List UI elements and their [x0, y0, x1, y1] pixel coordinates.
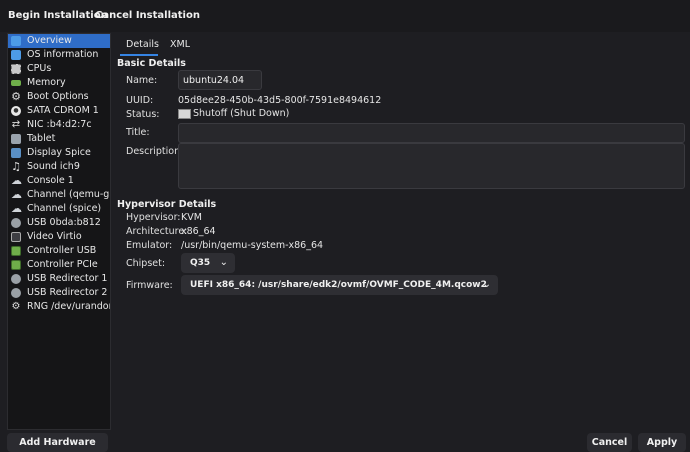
- chevron-down-icon: ⌄: [219, 257, 228, 268]
- hypervisor-details-heading: Hypervisor Details: [117, 199, 217, 210]
- chipset-label: Chipset:: [126, 258, 166, 269]
- firmware-label: Firmware:: [126, 280, 173, 291]
- sidebar-item-sata-cdrom[interactable]: ● SATA CDROM 1: [8, 104, 110, 118]
- sidebar-item-label: USB Redirector 2: [27, 287, 108, 298]
- memory-icon: [11, 80, 21, 86]
- cloud-icon: ☁: [11, 202, 22, 215]
- sidebar-item-label: SATA CDROM 1: [27, 105, 99, 116]
- sidebar-item-label: RNG /dev/urandom: [27, 301, 111, 312]
- sidebar-item-label: Tablet: [27, 133, 56, 144]
- hypervisor-label: Hypervisor:: [126, 212, 181, 223]
- monitor-icon: [178, 108, 191, 119]
- tab-active-indicator: [120, 54, 158, 56]
- controller-icon: [11, 246, 21, 256]
- name-field[interactable]: ubuntu24.04: [178, 70, 262, 90]
- sidebar-item-label: Boot Options: [27, 91, 89, 102]
- status-value-row: Shutoff (Shut Down): [178, 108, 289, 119]
- tab-xml[interactable]: XML: [170, 39, 190, 50]
- title-label: Title:: [126, 127, 150, 138]
- title-field[interactable]: [178, 123, 685, 143]
- sidebar-item-nic[interactable]: ⇄ NIC :b4:d2:7c: [8, 118, 110, 132]
- sidebar-item-display-spice[interactable]: Display Spice: [8, 146, 110, 160]
- sidebar-item-cpus[interactable]: CPUs: [8, 62, 110, 76]
- description-field[interactable]: [178, 143, 685, 189]
- sidebar-item-label: Sound ich9: [27, 161, 80, 172]
- status-value: Shutoff (Shut Down): [193, 108, 290, 119]
- header-bar: Begin Installation Cancel Installation: [0, 0, 690, 32]
- sidebar-item-label: CPUs: [27, 63, 52, 74]
- usb-icon: [11, 288, 21, 298]
- sidebar-item-sound[interactable]: ♫ Sound ich9: [8, 160, 110, 174]
- sidebar-item-boot-options[interactable]: ⚙ Boot Options: [8, 90, 110, 104]
- sidebar-item-controller-usb[interactable]: Controller USB: [8, 244, 110, 258]
- tablet-icon: [11, 134, 21, 144]
- sound-icon: ♫: [11, 160, 21, 173]
- chipset-value: Q35: [190, 258, 211, 268]
- uuid-label: UUID:: [126, 95, 154, 106]
- cancel-button[interactable]: Cancel: [587, 433, 632, 452]
- gear-icon: ⚙: [11, 90, 21, 103]
- begin-installation-button[interactable]: Begin Installation: [8, 10, 108, 21]
- sidebar-item-label: Memory: [27, 77, 66, 88]
- usb-icon: [11, 218, 21, 228]
- sidebar-item-video-virtio[interactable]: Video Virtio: [8, 230, 110, 244]
- uuid-value: 05d8ee28-450b-43d5-800f-7591e8494612: [178, 95, 382, 106]
- monitor-icon: [11, 50, 21, 60]
- basic-details-heading: Basic Details: [117, 58, 186, 69]
- sidebar-item-label: Channel (qemu-ga): [27, 189, 111, 200]
- sidebar-item-label: Controller USB: [27, 245, 97, 256]
- chipset-dropdown[interactable]: Q35 ⌄: [181, 253, 235, 273]
- architecture-label: Architecture:: [126, 226, 188, 237]
- rng-icon: ⚙: [11, 301, 21, 312]
- sidebar-item-memory[interactable]: Memory: [8, 76, 110, 90]
- emulator-value: /usr/bin/qemu-system-x86_64: [181, 240, 324, 251]
- cloud-icon: ☁: [11, 188, 22, 201]
- sidebar-item-label: NIC :b4:d2:7c: [27, 119, 92, 130]
- cloud-icon: ☁: [11, 174, 22, 187]
- sidebar-item-channel-spice[interactable]: ☁ Channel (spice): [8, 202, 110, 216]
- sidebar-item-label: Display Spice: [27, 147, 91, 158]
- sidebar-item-usb-redirector-1[interactable]: USB Redirector 1: [8, 272, 110, 286]
- sidebar-item-label: USB Redirector 1: [27, 273, 108, 284]
- sidebar-item-label: Overview: [27, 35, 72, 46]
- controller-icon: [11, 260, 21, 270]
- cancel-installation-button[interactable]: Cancel Installation: [95, 10, 200, 21]
- sidebar-item-controller-pcie[interactable]: Controller PCIe: [8, 258, 110, 272]
- status-label: Status:: [126, 109, 160, 120]
- hardware-sidebar: Overview OS information CPUs Memory ⚙ Boo…: [7, 33, 111, 430]
- sidebar-item-overview[interactable]: Overview: [8, 34, 110, 48]
- sidebar-item-usb-redirector-2[interactable]: USB Redirector 2: [8, 286, 110, 300]
- sidebar-item-rng[interactable]: ⚙ RNG /dev/urandom: [8, 300, 110, 314]
- add-hardware-button[interactable]: Add Hardware: [7, 433, 108, 452]
- apply-button[interactable]: Apply: [638, 433, 686, 452]
- cdrom-icon: ●: [11, 106, 21, 116]
- hypervisor-value: KVM: [181, 212, 202, 223]
- network-icon: ⇄: [11, 119, 21, 130]
- firmware-value: UEFI x86_64: /usr/share/edk2/ovmf/OVMF_C…: [190, 280, 487, 290]
- display-icon: [11, 148, 21, 158]
- tab-details[interactable]: Details: [126, 39, 159, 50]
- sidebar-item-label: USB 0bda:b812: [27, 217, 101, 228]
- sidebar-item-label: Video Virtio: [27, 231, 82, 242]
- sidebar-item-label: OS information: [27, 49, 99, 60]
- description-label: Description:: [126, 146, 184, 157]
- chevron-down-icon: ⌄: [482, 279, 491, 290]
- firmware-dropdown[interactable]: UEFI x86_64: /usr/share/edk2/ovmf/OVMF_C…: [181, 275, 498, 295]
- name-label: Name:: [126, 75, 158, 86]
- sidebar-item-label: Controller PCIe: [27, 259, 98, 270]
- sidebar-item-usb[interactable]: USB 0bda:b812: [8, 216, 110, 230]
- sidebar-item-console[interactable]: ☁ Console 1: [8, 174, 110, 188]
- emulator-label: Emulator:: [126, 240, 173, 251]
- usb-icon: [11, 274, 21, 284]
- video-icon: [11, 232, 21, 242]
- sidebar-item-tablet[interactable]: Tablet: [8, 132, 110, 146]
- architecture-value: x86_64: [181, 226, 216, 237]
- monitor-icon: [11, 36, 21, 46]
- sidebar-item-label: Channel (spice): [27, 203, 102, 214]
- sidebar-item-label: Console 1: [27, 175, 74, 186]
- sidebar-item-os-information[interactable]: OS information: [8, 48, 110, 62]
- sidebar-item-channel-qemu-ga[interactable]: ☁ Channel (qemu-ga): [8, 188, 110, 202]
- cpu-icon: [11, 64, 21, 74]
